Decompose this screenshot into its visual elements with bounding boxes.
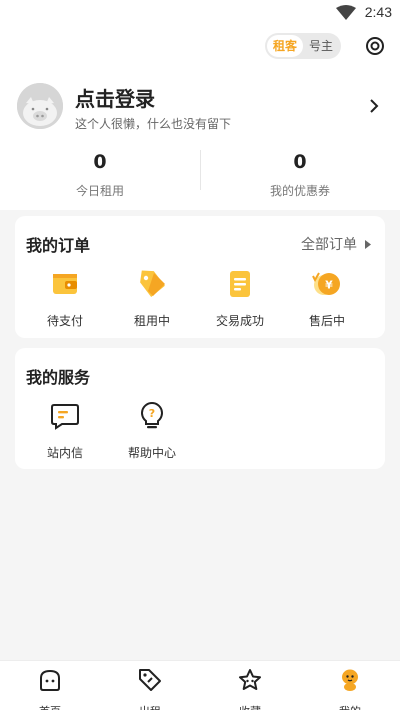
all-orders-link[interactable]: 全部订单 — [301, 234, 371, 254]
tab-mine[interactable]: 我的 — [300, 667, 400, 710]
login-title[interactable]: 点击登录 — [75, 83, 155, 112]
all-orders-label: 全部订单 — [301, 237, 357, 253]
tab-label: 首页 — [0, 703, 100, 710]
status-bar: 2:43 — [0, 0, 400, 26]
refund-yen-icon: ¥ — [312, 272, 340, 295]
tab-favorites[interactable]: 收藏 — [200, 667, 300, 710]
tab-label: 出租 — [100, 703, 200, 710]
status-time: 2:43 — [364, 4, 392, 20]
stat-today-rental[interactable]: 0 今日租用 — [0, 150, 200, 199]
chevron-right-icon[interactable] — [368, 98, 380, 114]
order-after-sale[interactable]: ¥ 售后中 — [287, 268, 367, 329]
orders-title: 我的订单 — [26, 236, 91, 255]
stat-value: 0 — [293, 151, 307, 173]
stat-value: 0 — [93, 151, 107, 173]
star-icon — [239, 669, 261, 690]
order-item-label: 租用中 — [133, 314, 170, 328]
order-item-label: 售后中 — [308, 314, 345, 328]
role-switch[interactable]: 租客 号主 — [265, 33, 341, 59]
order-item-label: 待支付 — [46, 314, 83, 328]
tab-label: 我的 — [300, 703, 400, 710]
tag-icon — [140, 270, 165, 298]
tag-icon — [139, 669, 161, 691]
service-item-label: 帮助中心 — [127, 446, 176, 460]
stat-label: 今日租用 — [75, 184, 124, 198]
role-tenant[interactable]: 租客 — [267, 35, 303, 57]
order-renting[interactable]: 租用中 — [112, 268, 192, 329]
service-messages[interactable]: 站内信 — [25, 400, 105, 461]
stat-coupons[interactable]: 0 我的优惠券 — [200, 150, 400, 199]
settings-icon[interactable] — [364, 35, 386, 57]
svg-text:?: ? — [149, 407, 155, 420]
message-icon — [51, 404, 79, 430]
caret-right-icon — [365, 239, 371, 249]
tab-home[interactable]: 首页 — [0, 667, 100, 710]
mine-icon — [342, 669, 358, 691]
pig-avatar-icon — [17, 83, 63, 129]
profile-subtitle: 这个人很懒，什么也没有留下 — [75, 117, 232, 131]
order-pending-payment[interactable]: 待支付 — [25, 268, 105, 329]
wallet-icon — [53, 274, 77, 294]
stat-label: 我的优惠券 — [269, 184, 330, 198]
svg-text:¥: ¥ — [325, 279, 333, 292]
bottom-tab-bar: 首页 出租 收藏 我的 — [0, 660, 400, 710]
order-completed[interactable]: 交易成功 — [200, 268, 280, 329]
services-card: 我的服务 站内信 ? 帮助中心 — [15, 348, 385, 469]
document-icon — [230, 271, 250, 297]
avatar[interactable] — [17, 83, 63, 129]
role-owner[interactable]: 号主 — [303, 35, 339, 57]
help-bulb-icon: ? — [141, 401, 163, 429]
order-item-label: 交易成功 — [215, 314, 264, 328]
wifi-icon — [336, 5, 356, 20]
tab-label: 收藏 — [200, 703, 300, 710]
orders-card: 我的订单 全部订单 待支付 租用中 交易成功 ¥ 售后中 — [15, 216, 385, 338]
service-help-center[interactable]: ? 帮助中心 — [112, 400, 192, 461]
tab-rent-out[interactable]: 出租 — [100, 667, 200, 710]
services-title: 我的服务 — [26, 368, 91, 387]
home-icon — [40, 669, 60, 691]
service-item-label: 站内信 — [46, 446, 83, 460]
